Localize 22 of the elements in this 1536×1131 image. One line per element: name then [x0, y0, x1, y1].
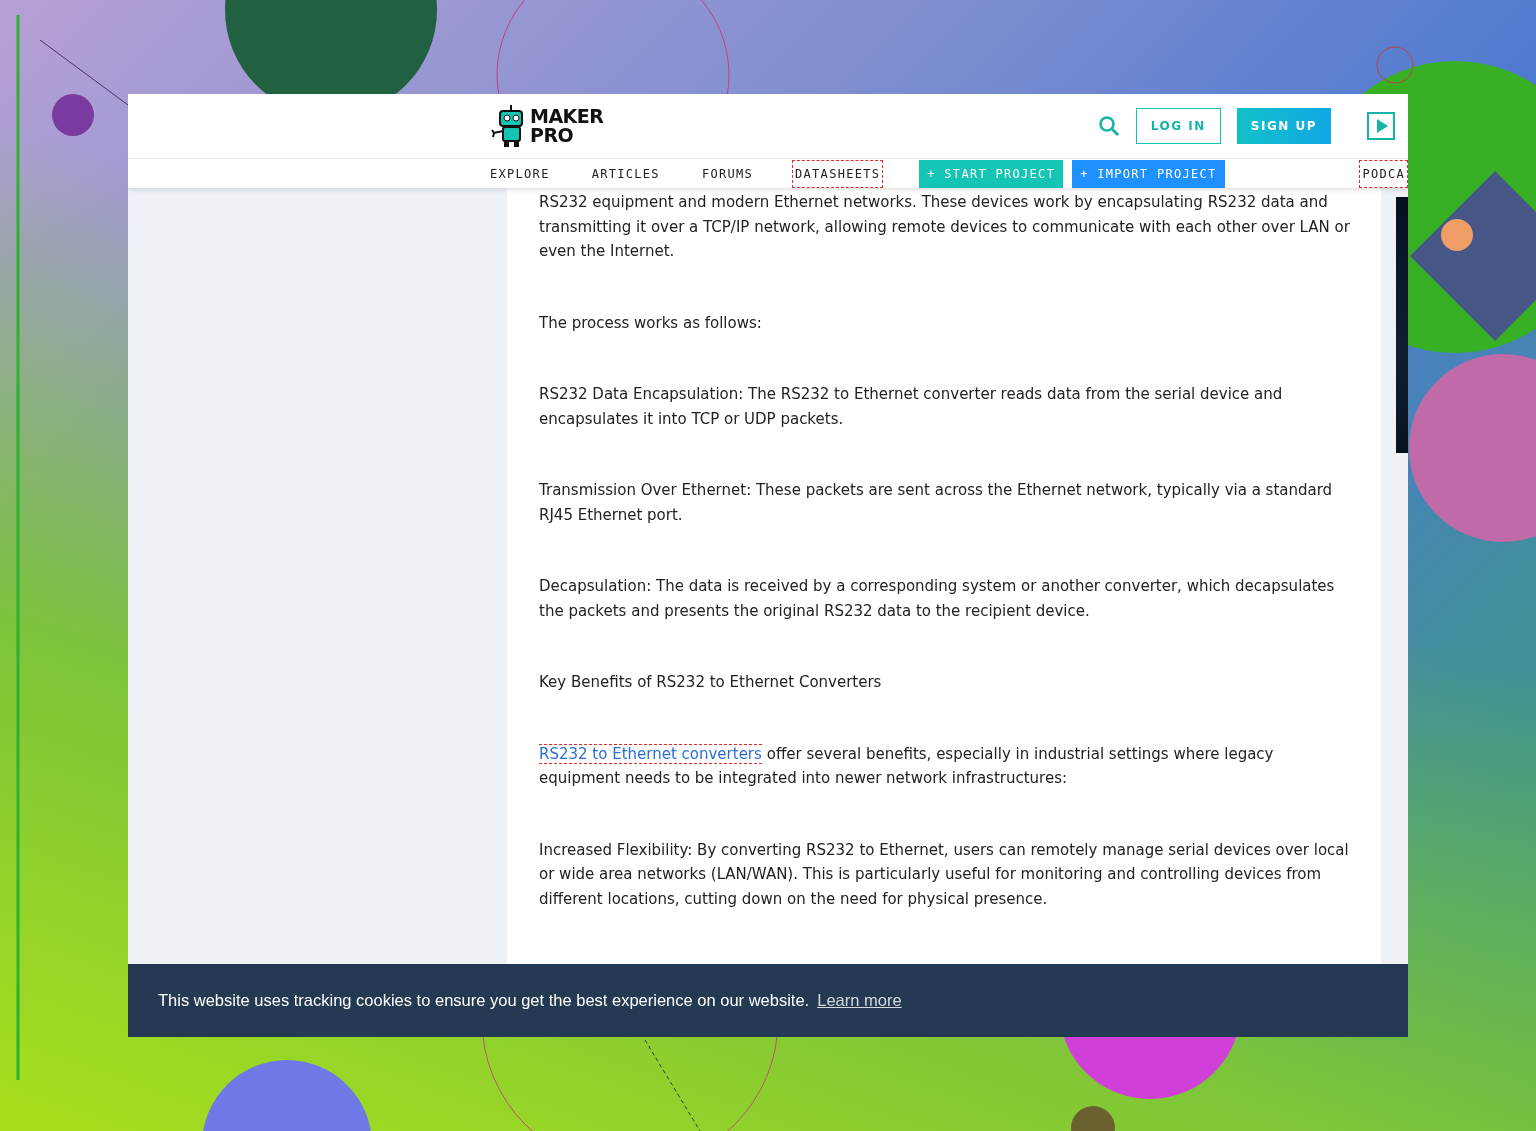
nav-link[interactable]: EXPLORE [487, 159, 553, 188]
cookie-text: This website uses tracking cookies to ensure you get the best experience on our website. [158, 991, 810, 1010]
article-paragraph: RS232 to Ethernet converters offer several benefits, especially in industrial settings where legacy equipment needs to be integrated into newer network infrastructures: [539, 742, 1275, 789]
play-icon[interactable] [1367, 112, 1395, 140]
article-paragraph: Key Benefits of RS232 to Ethernet Converters [539, 672, 883, 693]
article-paragraph: Decapsulation: The data is received by a corresponding system or another converter, which decapsulates the packets and presents the original RS232 data to the recipient device. [539, 576, 1336, 622]
logo-text[interactable]: MAKER PRO [530, 107, 604, 145]
article-paragraph: Increased Flexibility: By converting RS232 to Ethernet, users can remotely manage serial devices over local or wide area networks (LAN/WAN). This is particularly useful for monitoring and controlling devices from different locations, cutting down on the need for physical presence. [539, 839, 1350, 910]
nav-link[interactable]: FORUMS [698, 159, 757, 188]
article-link[interactable]: RS232 to Ethernet converters [539, 743, 762, 764]
learn-more-link[interactable]: Learn more [817, 991, 902, 1010]
article-paragraph: The process works as follows: [539, 312, 763, 334]
decorative-ring [1376, 46, 1414, 84]
search-icon[interactable] [1097, 115, 1120, 137]
article-paragraph: RS232 equipment and modern Ethernet networks. These devices work by encapsulating RS232 data and transmitting it over a TCP/IP network, allowing remote devices to communicate with each other over LAN or even the Internet. [539, 192, 1351, 262]
article-paragraph: Transmission Over Ethernet: These packets are sent across the Ethernet network, typically via a standard RJ45 Ethernet port. [539, 480, 1334, 526]
nav-link[interactable]: PODCA [1359, 159, 1408, 188]
nav-link[interactable]: DATASHEETS [792, 159, 884, 188]
decorative-circle [1441, 219, 1473, 251]
article-paragraph: RS232 Data Encapsulation: The RS232 to Ethernet converter reads data from the serial device and encapsulates it into TCP or UDP packets. [539, 384, 1284, 430]
decorative-circle [52, 94, 94, 136]
nav-link[interactable]: ARTICLES [588, 159, 663, 188]
